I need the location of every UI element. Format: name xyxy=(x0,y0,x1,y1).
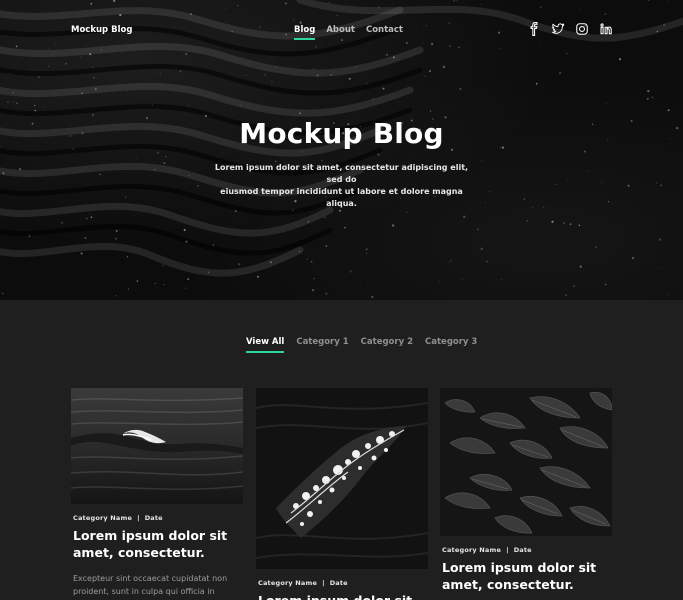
linkedin-icon[interactable] xyxy=(599,22,613,36)
post-date: Date xyxy=(513,546,532,554)
post-category: Category Name xyxy=(442,546,502,554)
ocean-wave-photo[interactable] xyxy=(71,388,243,504)
post-excerpt-line-2: proident, sunt in culpa qui officia in xyxy=(73,587,215,596)
tab-category-3[interactable]: Category 3 xyxy=(425,337,477,347)
main-nav: Blog About Contact xyxy=(294,25,414,40)
post-card: Category Name | Date Lorem ipsum dolor sit… xyxy=(440,388,612,593)
tab-category-2[interactable]: Category 2 xyxy=(361,337,413,347)
nav-link-blog[interactable]: Blog xyxy=(294,25,316,40)
post-meta: Category Name | Date xyxy=(258,579,428,587)
social-links xyxy=(527,22,613,36)
post-title[interactable]: Lorem ipsum dolor sit xyxy=(258,592,428,600)
sand-texture-background xyxy=(0,0,683,300)
hero-subtitle-line-2: eiusmod tempor incididunt ut labore et d… xyxy=(220,187,463,208)
meta-separator: | xyxy=(506,546,509,554)
post-date: Date xyxy=(144,514,163,522)
post-card: Category Name | Date Lorem ipsum dolor sit… xyxy=(71,388,243,598)
post-card: Category Name | Date Lorem ipsum dolor sit xyxy=(256,388,428,600)
nav-link-contact[interactable]: Contact xyxy=(366,25,403,35)
post-category: Category Name xyxy=(258,579,318,587)
nav-link-about[interactable]: About xyxy=(326,25,355,35)
category-filter-tabs: View All Category 1 Category 2 Category … xyxy=(246,337,489,353)
post-title[interactable]: Lorem ipsum dolor sit amet, consectetur. xyxy=(442,559,612,593)
hero-subtitle: Lorem ipsum dolor sit amet, consectetur … xyxy=(211,162,472,210)
brand-logo[interactable]: Mockup Blog xyxy=(71,25,132,35)
post-category: Category Name xyxy=(73,514,133,522)
post-meta: Category Name | Date xyxy=(442,546,612,554)
tab-view-all[interactable]: View All xyxy=(246,337,285,353)
instagram-icon[interactable] xyxy=(575,22,589,36)
meta-separator: | xyxy=(137,514,140,522)
hero-section: Mockup Blog Blog About Contact Mockup Bl… xyxy=(0,0,683,300)
dark-leaves-photo[interactable] xyxy=(440,388,612,536)
post-title[interactable]: Lorem ipsum dolor sit amet, consectetur. xyxy=(73,527,243,561)
meta-separator: | xyxy=(322,579,325,587)
tab-category-1[interactable]: Category 1 xyxy=(296,337,348,347)
post-meta: Category Name | Date xyxy=(73,514,243,522)
hero-subtitle-line-1: Lorem ipsum dolor sit amet, consectetur … xyxy=(214,163,469,184)
post-excerpt: Excepteur sint occaecat cupidatat non pr… xyxy=(73,572,243,598)
post-date: Date xyxy=(329,579,348,587)
twitter-icon[interactable] xyxy=(551,22,565,36)
facebook-icon[interactable] xyxy=(527,22,541,36)
post-excerpt-line-1: Excepteur sint occaecat cupidatat non xyxy=(73,574,228,583)
water-splash-photo[interactable] xyxy=(256,388,428,569)
hero-title: Mockup Blog xyxy=(239,117,444,150)
